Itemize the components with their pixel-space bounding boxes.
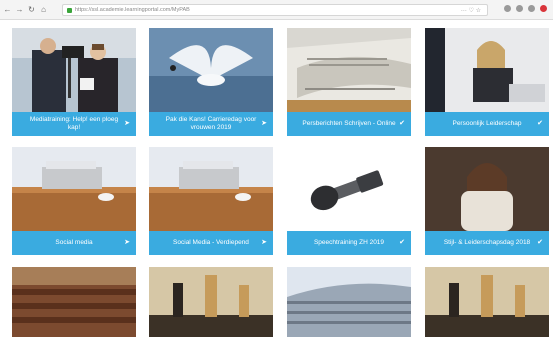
- course-title-bar: Speechtraining ZH 2019 ✔: [287, 231, 411, 255]
- extension-icon[interactable]: [540, 5, 547, 12]
- send-icon: ➤: [124, 120, 130, 127]
- check-icon: ✔: [399, 120, 405, 127]
- course-title-bar: Social Media - Verdiepend ➤: [149, 231, 273, 255]
- course-image: [425, 28, 549, 112]
- course-card-persoonlijk-leiderschap[interactable]: Persoonlijk Leiderschap ✔: [425, 28, 549, 136]
- course-card-speechtraining[interactable]: Speechtraining ZH 2019 ✔: [287, 147, 411, 255]
- course-image: [12, 147, 136, 231]
- sidebar-icon[interactable]: [528, 5, 535, 12]
- check-icon: ✔: [399, 239, 405, 246]
- send-icon: ➤: [261, 239, 267, 246]
- course-card-persberichten[interactable]: Persberichten Schrijven - Online ✔: [287, 28, 411, 136]
- send-icon: ➤: [124, 239, 130, 246]
- address-bar[interactable]: https://ssl.academie.learningportal.com/…: [62, 4, 488, 16]
- course-image: [287, 267, 411, 337]
- course-image: [287, 28, 411, 112]
- course-title: Social media: [55, 239, 93, 246]
- course-title: Speechtraining ZH 2019: [313, 239, 385, 246]
- course-title: Persberichten Schrijven - Online: [302, 120, 396, 127]
- course-title: Pak die Kans! Carrieredag voor vrouwen 2…: [165, 116, 257, 131]
- browser-toolbar: ← → ↻ ⌂ https://ssl.academie.learningpor…: [0, 0, 553, 20]
- course-title-bar: Persoonlijk Leiderschap ✔: [425, 112, 549, 136]
- course-card-social-media-verdiepend[interactable]: Social Media - Verdiepend ➤: [149, 147, 273, 255]
- reload-icon[interactable]: ↻: [27, 5, 36, 14]
- course-card-mediatraining[interactable]: Mediatraining: Help! een ploeg kap! ➤: [12, 28, 136, 136]
- course-title-bar: Persberichten Schrijven - Online ✔: [287, 112, 411, 136]
- course-title: Social Media - Verdiepend: [173, 239, 249, 246]
- course-image: [287, 147, 411, 231]
- course-card-stijl-leiderschapsdag[interactable]: Stijl- & Leiderschapsdag 2018 ✔: [425, 147, 549, 255]
- home-icon[interactable]: ⌂: [39, 5, 48, 14]
- course-image: [149, 147, 273, 231]
- course-title-bar: Social media ➤: [12, 231, 136, 255]
- course-card-row3-1[interactable]: [12, 267, 136, 337]
- browser-extensions: [504, 5, 547, 12]
- course-title: Stijl- & Leiderschapsdag 2018: [443, 239, 531, 246]
- course-image: [425, 147, 549, 231]
- downloads-icon[interactable]: [504, 5, 511, 12]
- course-image: [12, 28, 136, 112]
- back-icon[interactable]: ←: [3, 5, 12, 14]
- lock-icon: [67, 7, 72, 13]
- course-card-pak-die-kans[interactable]: Pak die Kans! Carrieredag voor vrouwen 2…: [149, 28, 273, 136]
- course-card-row3-2[interactable]: [149, 267, 273, 337]
- course-image: [149, 267, 273, 337]
- course-image: [149, 28, 273, 112]
- course-image: [12, 267, 136, 337]
- course-card-row3-3[interactable]: [287, 267, 411, 337]
- course-card-row3-4[interactable]: [425, 267, 549, 337]
- forward-icon[interactable]: →: [15, 5, 24, 14]
- course-title: Persoonlijk Leiderschap: [452, 120, 522, 127]
- course-image: [425, 267, 549, 337]
- send-icon: ➤: [261, 120, 267, 127]
- library-icon[interactable]: [516, 5, 523, 12]
- course-card-social-media[interactable]: Social media ➤: [12, 147, 136, 255]
- check-icon: ✔: [537, 120, 543, 127]
- course-title-bar: Pak die Kans! Carrieredag voor vrouwen 2…: [149, 112, 273, 136]
- course-title-bar: Stijl- & Leiderschapsdag 2018 ✔: [425, 231, 549, 255]
- page-actions-icon[interactable]: ··· ♡ ☆: [461, 7, 481, 14]
- course-title: Mediatraining: Help! een ploeg kap!: [29, 116, 119, 131]
- course-grid: Mediatraining: Help! een ploeg kap! ➤ Pa…: [0, 20, 553, 337]
- course-title-bar: Mediatraining: Help! een ploeg kap! ➤: [12, 112, 136, 136]
- url-text: https://ssl.academie.learningportal.com/…: [75, 7, 190, 13]
- check-icon: ✔: [537, 239, 543, 246]
